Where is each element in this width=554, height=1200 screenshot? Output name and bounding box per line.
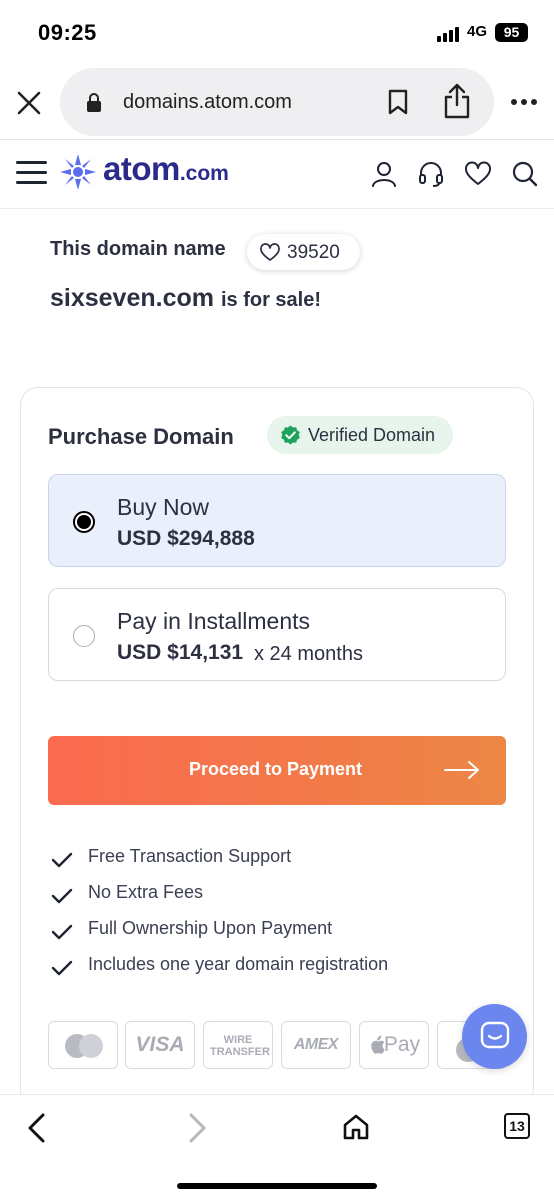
feature-item: Includes one year domain registration [51,954,451,980]
feature-item: Full Ownership Upon Payment [51,918,451,944]
status-bar: 09:25 4G 95 [0,0,554,64]
checkmark-icon [51,960,73,976]
domain-name: sixseven.com [50,284,214,312]
feature-text: Free Transaction Support [88,846,292,866]
tabs-button[interactable]: 13 [504,1113,530,1139]
close-icon[interactable] [16,90,42,116]
favorites-count: 39520 [287,242,340,263]
feature-text: Full Ownership Upon Payment [88,918,333,938]
home-indicator [177,1183,377,1189]
option-price: USD $294,888 [117,527,255,550]
mastercard-logo-icon [48,1021,118,1069]
proceed-label: Proceed to Payment [188,759,363,779]
heart-icon[interactable] [465,161,491,187]
verified-check-icon [281,425,300,445]
user-icon[interactable] [371,161,397,187]
logo-suffix: .com [179,162,229,185]
feature-item: Free Transaction Support [51,846,451,872]
more-options-icon[interactable] [510,98,538,106]
status-time: 09:25 [38,20,97,45]
checkmark-icon [51,924,73,940]
verified-badge: Verified Domain [267,416,453,454]
option-buy-now[interactable]: Buy Now USD $294,888 [48,474,506,567]
arrow-right-icon [444,761,479,779]
apple-pay-logo: Pay [359,1021,429,1069]
checkmark-icon [51,852,73,868]
search-icon[interactable] [512,161,538,187]
share-icon[interactable] [443,83,471,119]
proceed-to-payment-button[interactable]: Proceed to Payment [48,736,506,805]
menu-icon[interactable] [16,161,47,185]
domain-headline: sixseven.com is for sale! [50,284,321,313]
logo-wordmark[interactable]: atom.com [103,150,229,188]
card-title: Purchase Domain [48,424,234,449]
for-sale-text: is for sale! [220,289,321,311]
browser-bottom-bar: 13 [0,1094,554,1200]
lock-icon [87,93,101,112]
radio-unselected[interactable] [73,625,95,647]
purchase-card: Purchase Domain Verified Domain Buy Now … [20,387,534,1107]
feature-text: No Extra Fees [88,882,204,902]
verified-label: Verified Domain [308,425,436,445]
option-price: USD $14,131 [117,641,244,664]
option-term: x 24 months [254,643,363,665]
option-label: Buy Now [117,494,210,520]
checkmark-icon [51,888,73,904]
divider [0,208,554,209]
visa-logo: VISA [125,1021,195,1069]
network-type: 4G [467,23,488,40]
signal-icon [437,26,463,42]
feature-item: No Extra Fees [51,882,451,908]
bookmark-icon[interactable] [387,89,409,115]
browser-toolbar: domains.atom.com [0,66,554,140]
feature-text: Includes one year domain registration [88,954,389,974]
back-icon[interactable] [26,1113,48,1143]
amex-logo: AMEX [281,1021,351,1069]
chat-support-button[interactable] [462,1004,527,1069]
address-bar[interactable]: domains.atom.com [60,68,494,136]
site-header: atom.com [0,140,554,208]
hero-intro: This domain name [50,238,226,260]
chat-icon [480,1021,510,1049]
forward-icon[interactable] [186,1113,208,1143]
home-icon[interactable] [342,1113,370,1141]
option-label: Pay in Installments [117,608,311,634]
radio-selected[interactable] [73,511,95,533]
wire-transfer-logo: WIRE TRANSFER [203,1021,273,1069]
favorite-button[interactable]: 39520 [247,234,360,270]
url-text: domains.atom.com [123,91,292,113]
option-installments[interactable]: Pay in Installments USD $14,131 x 24 mon… [48,588,506,681]
heart-icon [260,243,280,261]
logo-main: atom [103,150,180,187]
headset-support-icon[interactable] [418,161,444,187]
battery-icon: 95 [495,23,528,42]
atom-logo-icon[interactable] [59,153,97,191]
